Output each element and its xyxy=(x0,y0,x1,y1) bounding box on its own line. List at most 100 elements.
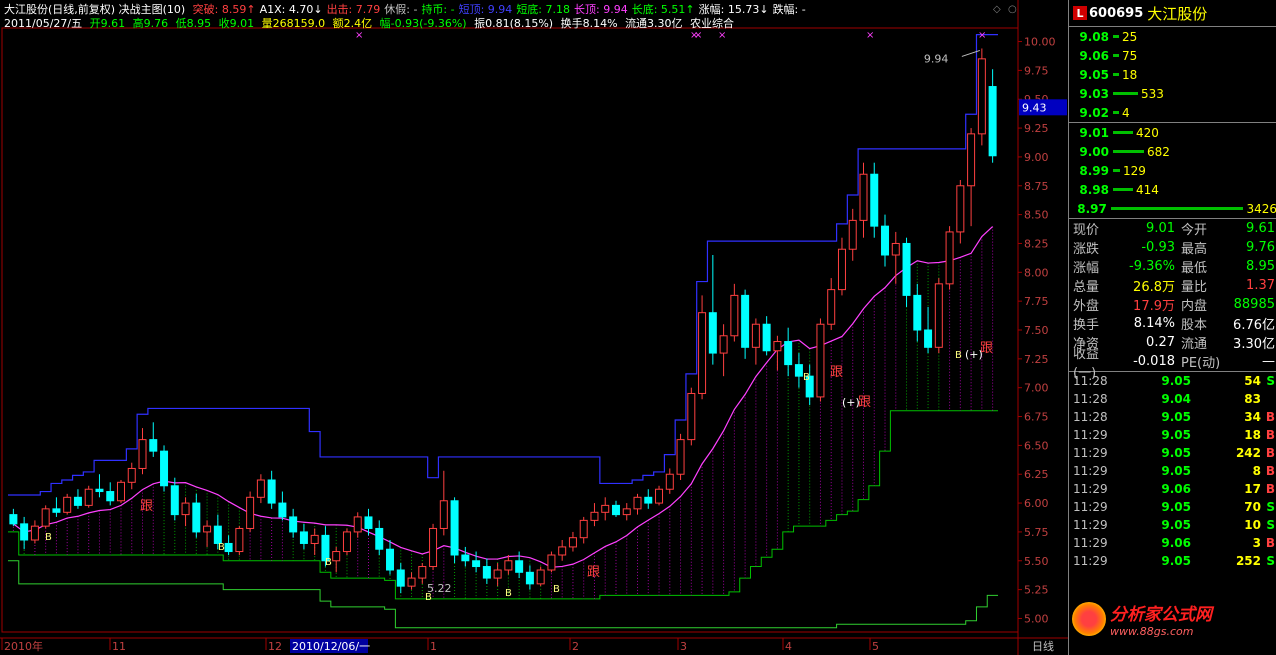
candle-body xyxy=(407,577,416,587)
tick-list[interactable]: 11:28 9.05 54 S 11:28 9.04 83 11:28 9.05 34 B 11:29… xyxy=(1069,372,1276,570)
stat-value: 8.14% xyxy=(1133,316,1175,331)
stat-value: -9.36% xyxy=(1129,259,1175,274)
tick-row: 11:29 9.06 17 B xyxy=(1069,480,1276,498)
tick-d: B xyxy=(1265,464,1275,478)
quote-close: 收9.01 xyxy=(218,17,255,30)
short-support-line xyxy=(8,410,998,600)
order-book-row[interactable]: 9.08 25 xyxy=(1069,27,1276,46)
tick-row: 11:29 9.05 242 B xyxy=(1069,444,1276,462)
candle-body xyxy=(719,335,728,354)
tick-pr: 9.06 xyxy=(1161,482,1191,496)
order-volume-bar xyxy=(1113,54,1119,57)
order-price: 8.99 xyxy=(1079,163,1109,178)
price-axis-label: 6.00 xyxy=(1024,497,1049,510)
order-volume: 420 xyxy=(1136,125,1159,140)
order-book-row[interactable]: 9.00 682 xyxy=(1069,142,1276,161)
order-book-row[interactable]: 9.01 420 xyxy=(1069,122,1276,142)
kline-chart[interactable]: 10.009.759.509.259.008.758.508.258.007.7… xyxy=(0,0,1068,655)
order-book-row[interactable]: 9.05 18 xyxy=(1069,65,1276,84)
watermark-url: www.88gs.com xyxy=(1110,625,1194,638)
time-axis-label: 11 xyxy=(112,640,126,653)
price-axis-label: 8.50 xyxy=(1024,209,1049,222)
buy-signal-3: B xyxy=(425,592,432,603)
order-book-row[interactable]: 8.97 3426 xyxy=(1069,199,1276,218)
candle-body xyxy=(267,479,276,504)
order-price: 9.00 xyxy=(1079,144,1109,159)
order-volume-bar xyxy=(1113,35,1119,38)
plus-signal-0: (+) xyxy=(842,396,860,409)
candle-body xyxy=(73,496,82,506)
order-book-row[interactable]: 9.03 533 xyxy=(1069,84,1276,103)
time-axis-label: 3 xyxy=(680,640,687,653)
stat-label: 最低 xyxy=(1181,261,1208,276)
stat-value: 88985 xyxy=(1233,297,1275,312)
buy-signal-0: B xyxy=(45,532,52,543)
high-price-arrow xyxy=(961,49,981,57)
tick-t: 11:29 xyxy=(1073,518,1108,532)
time-axis-label: 2 xyxy=(572,640,579,653)
flower-logo-icon xyxy=(1072,602,1106,636)
stat-row: 涨幅 -9.36% 最低 8.95 xyxy=(1069,257,1276,276)
candle-body xyxy=(859,173,868,221)
order-book-row[interactable]: 8.99 129 xyxy=(1069,161,1276,180)
top-marker: × xyxy=(694,30,702,41)
order-price: 9.05 xyxy=(1079,67,1109,82)
tick-pr: 9.05 xyxy=(1161,446,1191,460)
order-book-row[interactable]: 9.02 4 xyxy=(1069,103,1276,122)
candle-body xyxy=(127,467,136,483)
candle-body xyxy=(698,312,707,394)
candle-body xyxy=(439,500,448,529)
order-price: 9.06 xyxy=(1079,48,1109,63)
candle-body xyxy=(342,531,351,553)
chart-canvas[interactable]: 10.009.759.509.259.008.758.508.258.007.7… xyxy=(0,0,1068,655)
stat-label: 流通 xyxy=(1181,337,1208,352)
candle-body xyxy=(568,537,577,548)
watermark: 分析家公式网 www.88gs.com xyxy=(1072,600,1212,638)
candle-body xyxy=(9,514,18,525)
plus-signal-1: (+) xyxy=(965,348,983,361)
candle-body xyxy=(891,242,900,256)
tick-d: S xyxy=(1266,518,1275,532)
stat-label: 换手 xyxy=(1073,318,1100,333)
price-axis-label: 5.50 xyxy=(1024,555,1049,568)
order-book-row[interactable]: 8.98 414 xyxy=(1069,180,1276,199)
order-book-row[interactable]: 9.06 75 xyxy=(1069,46,1276,65)
tick-q: 242 xyxy=(1235,446,1261,460)
candle-body xyxy=(396,569,405,587)
tick-row: 11:28 9.05 54 S xyxy=(1069,372,1276,390)
top-marker: × xyxy=(718,30,726,41)
stat-value: 6.76亿 xyxy=(1233,318,1275,333)
price-axis-label: 7.25 xyxy=(1024,353,1049,366)
stat-value: -0.018 xyxy=(1133,354,1175,369)
candle-body xyxy=(95,488,104,493)
candle-body xyxy=(160,450,169,487)
candle-body xyxy=(386,548,395,571)
tick-pr: 9.05 xyxy=(1161,500,1191,514)
stat-value: 1.37 xyxy=(1246,278,1275,293)
buy-signal-4: B xyxy=(505,588,512,599)
tick-pr: 9.05 xyxy=(1161,554,1191,568)
candle-body xyxy=(967,133,976,187)
candle-body xyxy=(429,527,438,568)
candle-body xyxy=(977,58,986,135)
candle-body xyxy=(84,488,93,506)
candle-body xyxy=(579,519,588,539)
candle-body xyxy=(611,504,620,516)
candle-body xyxy=(472,560,481,568)
current-price-label: 9.43 xyxy=(1022,101,1047,114)
stat-label: 股本 xyxy=(1181,318,1208,333)
candle-body xyxy=(149,439,158,452)
tick-row: 11:29 9.06 3 B xyxy=(1069,534,1276,552)
tick-row: 11:29 9.05 8 B xyxy=(1069,462,1276,480)
tick-t: 11:29 xyxy=(1073,428,1108,442)
candle-body xyxy=(30,525,39,541)
order-volume-bar xyxy=(1113,73,1119,76)
stat-value: 0.27 xyxy=(1146,335,1175,350)
price-axis-label: 8.25 xyxy=(1024,237,1049,250)
order-price: 9.08 xyxy=(1079,29,1109,44)
candle-body xyxy=(203,525,212,533)
watermark-title: 分析家公式网 xyxy=(1110,605,1212,625)
tick-t: 11:29 xyxy=(1073,464,1108,478)
candle-body xyxy=(676,439,685,475)
stat-row: 外盘 17.9万 内盘 88985 xyxy=(1069,295,1276,314)
